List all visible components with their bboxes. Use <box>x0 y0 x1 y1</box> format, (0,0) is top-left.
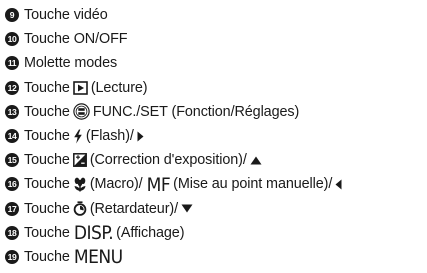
disp-symbol: DISP. <box>73 222 114 245</box>
item-number: 15 <box>5 153 19 168</box>
list-item: 15 Touche (Correction d'exposition)/ <box>5 148 427 172</box>
item-label: Touche <box>24 200 70 217</box>
item-number: 18 <box>5 225 19 240</box>
arrow-down-icon <box>181 204 193 213</box>
arrow-right-icon <box>137 131 144 142</box>
item-label: Touche <box>24 79 70 96</box>
item-label: Touche <box>24 176 70 193</box>
item-description-macro: (Macro)/ <box>89 176 143 193</box>
item-label: Touche vidéo <box>24 7 108 24</box>
list-item: 16 Touche (Macro)/ MF (Mise au point man… <box>5 172 427 196</box>
item-description: (Flash)/ <box>85 128 134 145</box>
list-item: 17 Touche (Retardateur)/ <box>5 197 427 221</box>
item-description: FUNC./SET (Fonction/Réglages) <box>92 103 300 120</box>
list-item: 9 Touche vidéo <box>5 3 427 27</box>
func-set-icon <box>73 103 90 121</box>
mf-symbol: MF <box>146 173 171 196</box>
item-number: 17 <box>5 201 19 216</box>
item-label: Touche <box>24 224 70 241</box>
arrow-up-icon <box>250 156 262 165</box>
item-label: Touche <box>24 248 70 265</box>
list-item: 14 Touche (Flash)/ <box>5 124 427 148</box>
self-timer-icon <box>73 201 87 216</box>
item-number: 13 <box>5 104 19 119</box>
item-number: 10 <box>5 32 19 47</box>
item-label: Touche ON/OFF <box>24 31 128 48</box>
item-description: (Retardateur)/ <box>89 200 178 217</box>
button-legend-list: 9 Touche vidéo 10 Touche ON/OFF 11 Molet… <box>0 0 427 269</box>
list-item: 19 Touche MENU <box>5 245 427 269</box>
exposure-compensation-icon <box>72 153 87 168</box>
item-number: 19 <box>5 249 19 264</box>
list-item: 11 Molette modes <box>5 51 427 75</box>
macro-icon <box>73 177 87 192</box>
item-number: 12 <box>5 80 19 95</box>
item-description: (Mise au point manuelle)/ <box>173 176 333 193</box>
item-description: (Correction d'exposition)/ <box>89 152 247 169</box>
list-item: 18 Touche DISP. (Affichage) <box>5 221 427 245</box>
list-item: 12 Touche (Lecture) <box>5 76 427 100</box>
item-description: (Affichage) <box>116 224 185 241</box>
flash-icon <box>73 129 83 144</box>
list-item: 10 Touche ON/OFF <box>5 27 427 51</box>
item-label: Touche <box>24 152 70 169</box>
play-icon <box>73 80 88 95</box>
item-label: Molette modes <box>24 55 118 72</box>
item-label: Touche <box>24 128 70 145</box>
arrow-left-icon <box>335 179 342 190</box>
list-item: 13 Touche FUNC./SET (Fonction/Réglages) <box>5 100 427 124</box>
item-label: Touche <box>24 103 70 120</box>
item-description: (Lecture) <box>90 79 148 96</box>
item-number: 11 <box>5 56 19 71</box>
item-number: 9 <box>5 8 19 23</box>
item-number: 16 <box>5 177 19 192</box>
item-number: 14 <box>5 129 19 144</box>
menu-symbol: MENU <box>73 246 123 269</box>
